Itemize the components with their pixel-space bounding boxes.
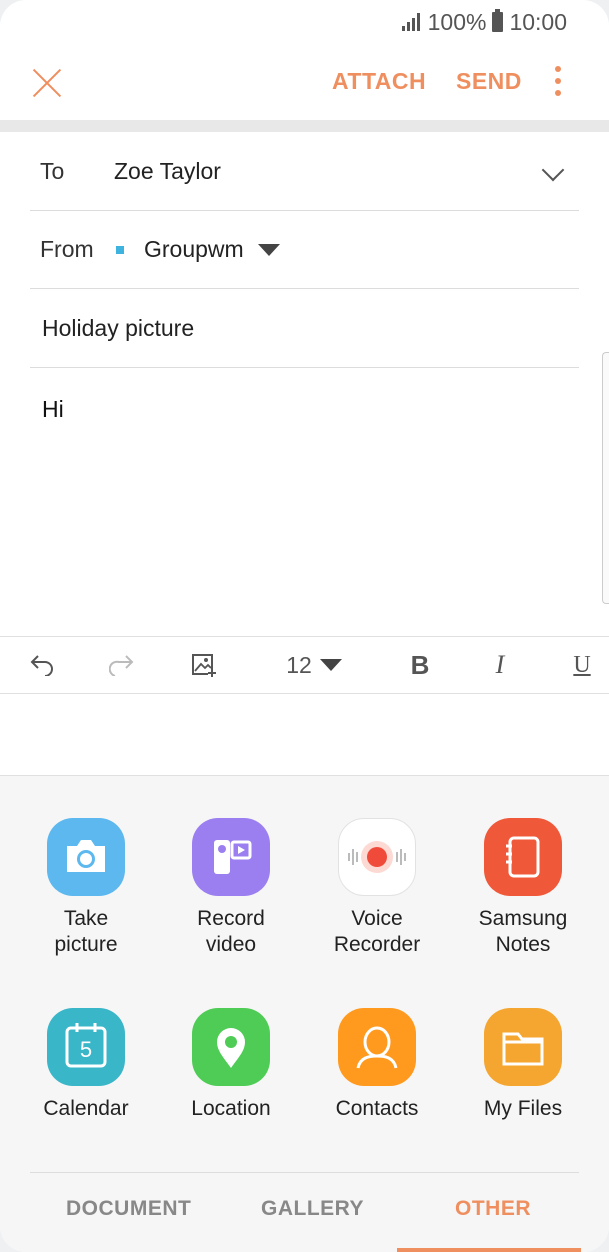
calendar-label: Calendar: [43, 1097, 129, 1120]
to-row: To Zoe Taylor: [30, 132, 579, 211]
font-size-dropdown[interactable]: 12: [282, 637, 346, 693]
insert-image-icon[interactable]: [184, 637, 224, 693]
calendar-icon: 5: [47, 1008, 125, 1086]
folder-icon: [484, 1008, 562, 1086]
chevron-down-icon: [319, 659, 342, 671]
samsung-notes-option[interactable]: Samsung Notes: [450, 818, 596, 958]
attach-panel: Take picture Record video Voice Recorder…: [0, 775, 609, 1252]
email-compose-screen: 100% 10:00 ATTACH SEND To Zoe Taylor Fro…: [0, 0, 609, 1252]
battery-percent: 100%: [427, 8, 487, 35]
subject-field[interactable]: Holiday picture: [30, 315, 194, 342]
send-button[interactable]: SEND: [456, 68, 522, 95]
voice-recorder-option[interactable]: Voice Recorder: [304, 818, 450, 958]
samsung-notes-label: Samsung Notes: [478, 907, 568, 956]
bold-label: B: [410, 649, 430, 680]
my-files-label: My Files: [483, 1097, 563, 1120]
voice-recorder-label: Voice Recorder: [333, 907, 421, 956]
attach-tabs: DOCUMENT GALLERY OTHER: [30, 1172, 579, 1252]
to-label: To: [40, 157, 65, 184]
close-icon[interactable]: [30, 66, 64, 100]
chevron-down-icon[interactable]: [541, 158, 565, 182]
take-picture-option[interactable]: Take picture: [13, 818, 159, 958]
to-recipient[interactable]: Zoe Taylor: [114, 158, 221, 185]
location-pin-icon: [192, 1008, 270, 1086]
calendar-badge: 5: [80, 1037, 92, 1062]
account-color-dot: [116, 245, 124, 254]
status-bar: 100% 10:00: [0, 0, 609, 44]
record-video-option[interactable]: Record video: [158, 818, 304, 958]
battery-icon: [492, 9, 504, 32]
contacts-option[interactable]: Contacts: [304, 1008, 450, 1122]
notes-icon: [484, 818, 562, 896]
from-label: From: [40, 236, 94, 262]
contacts-icon: [338, 1008, 416, 1086]
more-options-icon[interactable]: [553, 66, 563, 100]
italic-button[interactable]: I: [482, 637, 518, 693]
subject-row[interactable]: Holiday picture: [30, 289, 579, 368]
attach-button[interactable]: ATTACH: [332, 68, 426, 95]
formatting-toolbar: 12 B I U: [0, 636, 609, 694]
video-camera-icon: [192, 818, 270, 896]
camera-icon: [47, 818, 125, 896]
redo-icon[interactable]: [102, 637, 142, 693]
record-video-label: Record video: [197, 907, 265, 956]
active-tab-indicator: [397, 1248, 581, 1252]
edge-handle[interactable]: [602, 352, 609, 604]
take-picture-label: Take picture: [54, 907, 118, 956]
from-row: From Groupwm: [30, 211, 579, 289]
tab-document[interactable]: DOCUMENT: [66, 1197, 191, 1221]
message-body[interactable]: Hi: [42, 396, 64, 423]
app-bar: ATTACH SEND: [0, 44, 609, 120]
from-account[interactable]: Groupwm: [144, 236, 244, 263]
my-files-option[interactable]: My Files: [450, 1008, 596, 1122]
undo-icon[interactable]: [22, 637, 62, 693]
underline-label: U: [573, 651, 591, 678]
contacts-label: Contacts: [335, 1097, 419, 1120]
tab-gallery[interactable]: GALLERY: [261, 1197, 364, 1221]
dropdown-arrow-icon[interactable]: [257, 243, 280, 256]
tab-other[interactable]: OTHER: [455, 1197, 531, 1221]
location-label: Location: [191, 1097, 271, 1120]
calendar-option[interactable]: 5 Calendar: [13, 1008, 159, 1122]
font-size-value: 12: [286, 651, 312, 678]
divider-band: [0, 120, 609, 132]
location-option[interactable]: Location: [158, 1008, 304, 1122]
clock: 10:00: [509, 8, 567, 35]
signal-icon: [401, 13, 422, 31]
bold-button[interactable]: B: [402, 637, 438, 693]
italic-label: I: [495, 650, 505, 679]
underline-button[interactable]: U: [564, 637, 600, 693]
voice-recorder-icon: [338, 818, 416, 896]
